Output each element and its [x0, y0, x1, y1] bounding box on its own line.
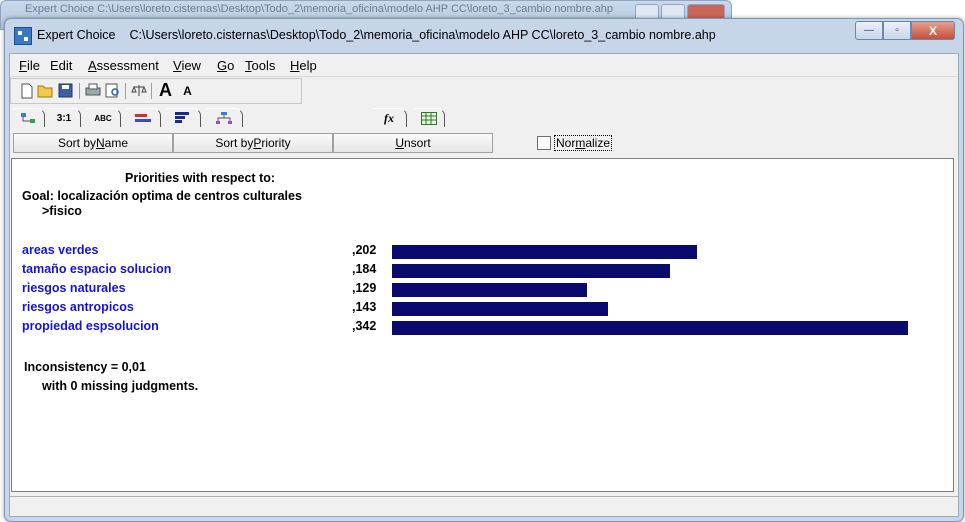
menu-view[interactable]: View — [173, 58, 201, 73]
priority-row[interactable]: tamaño espacio solucion ,184 — [12, 262, 955, 281]
tab-grid[interactable] — [414, 108, 445, 127]
tab-graphical[interactable] — [126, 108, 161, 127]
tab-pairwise-numerical[interactable]: 3:1 — [48, 108, 81, 127]
criterion-name[interactable]: tamaño espacio solucion — [22, 262, 171, 276]
minimize-button[interactable]: — — [855, 21, 883, 40]
priority-bar — [392, 283, 587, 297]
menu-edit[interactable]: Edit — [50, 58, 72, 73]
bars-blue-icon — [175, 112, 189, 123]
print-icon[interactable] — [84, 82, 101, 99]
grid-icon — [421, 111, 437, 125]
tab-tree[interactable] — [14, 108, 45, 127]
current-node-label: >fisico — [42, 204, 82, 218]
menu-bar: File Edit Assessment View Go Tools Help — [10, 54, 958, 77]
menu-help[interactable]: Help — [290, 58, 317, 73]
priority-bar — [392, 245, 697, 259]
toolbar-separator — [151, 83, 152, 99]
priority-value: ,129 — [352, 281, 377, 295]
criterion-name[interactable]: areas verdes — [22, 243, 98, 257]
expert-choice-app-icon[interactable] — [14, 27, 32, 45]
unsort-button[interactable]: Unsort — [333, 133, 493, 153]
toolbar-separator — [79, 83, 80, 99]
client-area: File Edit Assessment View Go Tools Help — [9, 53, 959, 517]
close-button[interactable]: X — [911, 21, 955, 40]
minimize-icon: — — [864, 25, 874, 36]
app-name: Expert Choice — [37, 28, 116, 42]
priority-bar — [392, 264, 670, 278]
priority-bar — [392, 321, 908, 335]
sort-by-name-button[interactable]: Sort by Name — [13, 133, 173, 153]
priorities-pane: Priorities with respect to: Goal: locali… — [11, 158, 954, 492]
menu-tools[interactable]: Tools — [245, 58, 275, 73]
priority-value: ,202 — [352, 243, 377, 257]
menu-file[interactable]: File — [19, 58, 40, 73]
new-file-icon[interactable] — [18, 82, 35, 99]
print-preview-icon[interactable] — [104, 82, 121, 99]
close-icon: X — [928, 23, 937, 38]
priority-row[interactable]: riesgos antropicos ,143 — [12, 300, 955, 319]
sort-by-priority-button[interactable]: Sort by Priority — [173, 133, 333, 153]
tab-priorities[interactable] — [166, 108, 201, 127]
criterion-name[interactable]: propiedad espsolucion — [22, 319, 159, 333]
maximize-icon: ▫ — [895, 25, 899, 36]
priorities-heading: Priorities with respect to: — [125, 171, 276, 185]
save-icon[interactable] — [57, 82, 74, 99]
bars-red-icon — [135, 113, 151, 122]
goal-label: Goal: localización optima de centros cul… — [22, 189, 302, 203]
formula-icon: fx — [384, 110, 394, 125]
sort-bar: Sort by Name Sort by Priority Unsort Nor… — [13, 131, 953, 155]
priority-row[interactable]: riesgos naturales ,129 — [12, 281, 955, 300]
priority-value: ,342 — [352, 319, 377, 333]
open-folder-icon[interactable] — [37, 82, 54, 99]
tab-verbal[interactable]: ABC — [86, 108, 121, 127]
menu-assessment[interactable]: Assessment — [88, 58, 159, 73]
menu-go[interactable]: Go — [217, 58, 234, 73]
priority-bar — [392, 302, 608, 316]
status-bar — [10, 496, 958, 515]
file-path: C:\Users\loreto.cisternas\Desktop\Todo_2… — [129, 28, 716, 42]
priority-row[interactable]: propiedad espsolucion ,342 — [12, 319, 955, 338]
title-bar[interactable]: Expert Choice C:\Users\loreto.cisternas\D… — [5, 19, 963, 53]
criterion-name[interactable]: riesgos antropicos — [22, 300, 134, 314]
normalize-label[interactable]: Normalize — [554, 135, 613, 151]
tree-icon — [21, 113, 35, 123]
window-controls: — ▫ X — [855, 21, 955, 40]
toolbar-separator — [125, 83, 126, 99]
inconsistency-label: Inconsistency = 0,01 — [24, 360, 146, 374]
maximize-button[interactable]: ▫ — [883, 21, 911, 40]
balance-icon[interactable] — [130, 82, 147, 99]
missing-judgments-label: with 0 missing judgments. — [42, 379, 199, 393]
normalize-checkbox[interactable] — [537, 136, 551, 150]
view-tabs: 3:1 ABC fx — [10, 105, 958, 127]
priority-value: ,184 — [352, 262, 377, 276]
priority-value: ,143 — [352, 300, 377, 314]
expert-choice-window: Expert Choice C:\Users\loreto.cisternas\D… — [4, 18, 964, 522]
increase-font-icon[interactable]: A — [157, 80, 174, 100]
toolbar: A A — [10, 78, 302, 104]
tab-hierarchy[interactable] — [206, 108, 243, 127]
window-title: Expert Choice C:\Users\loreto.cisternas\D… — [37, 28, 730, 42]
criterion-name[interactable]: riesgos naturales — [22, 281, 126, 295]
hierarchy-icon — [216, 111, 232, 124]
background-window-title: Expert Choice C:\Users\loreto.cisternas\… — [25, 3, 613, 15]
decrease-font-icon[interactable]: A — [179, 82, 196, 99]
priority-row[interactable]: areas verdes ,202 — [12, 243, 955, 262]
tab-formula[interactable]: fx — [372, 108, 407, 127]
